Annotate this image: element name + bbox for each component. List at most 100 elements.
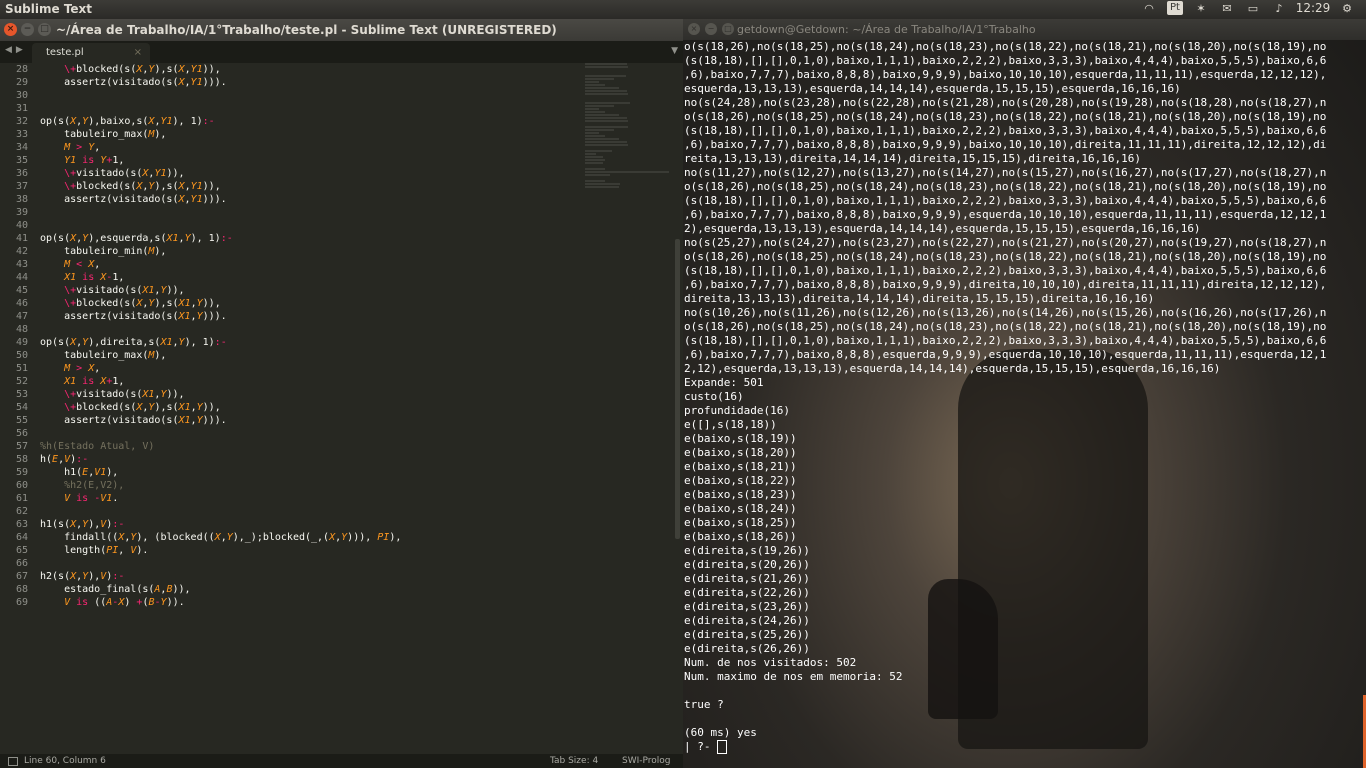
code-line[interactable]: h(E,V):- <box>40 453 580 466</box>
code-line[interactable]: h2(s(X,Y),V):- <box>40 570 580 583</box>
terminal-title: getdown@Getdown: ~/Área de Trabalho/IA/1… <box>737 23 1036 36</box>
terminal-titlebar[interactable]: × − □ getdown@Getdown: ~/Área de Trabalh… <box>683 19 1366 40</box>
tab-nav-arrows-icon[interactable]: ◀▶ <box>5 45 27 55</box>
terminal-line: custo(16) <box>684 390 744 403</box>
code-line[interactable]: \+blocked(s(X,Y),s(X1,Y)), <box>40 297 580 310</box>
code-line[interactable]: \+blocked(s(X,Y),s(X,Y1)), <box>40 180 580 193</box>
editor-scrollbar[interactable] <box>675 239 680 539</box>
tab-size-selector[interactable]: Tab Size: 4 <box>550 756 598 766</box>
code-line[interactable]: \+visitado(s(X1,Y)), <box>40 388 580 401</box>
close-icon[interactable]: × <box>4 23 17 36</box>
line-number: 38 <box>15 194 28 205</box>
terminal-line: e(direita,s(22,26)) <box>684 586 810 599</box>
code-line[interactable]: h1(E,V1), <box>40 466 580 479</box>
code-line[interactable]: M > X, <box>40 362 580 375</box>
code-line[interactable]: h1(s(X,Y),V):- <box>40 518 580 531</box>
tab-close-icon[interactable]: × <box>134 47 142 58</box>
code-line[interactable]: findall((X,Y), (blocked((X,Y),_);blocked… <box>40 531 580 544</box>
minimap-line <box>585 171 669 173</box>
code-line[interactable] <box>40 427 580 440</box>
terminal-line: direita,13,13,13),direita,14,14,14),dire… <box>684 292 1155 305</box>
terminal-line: e(baixo,s(18,24)) <box>684 502 797 515</box>
battery-icon[interactable]: ▭ <box>1240 2 1266 15</box>
terminal-line: (60 ms) yes <box>684 726 757 739</box>
mail-icon[interactable]: ✉ <box>1214 2 1240 15</box>
line-number: 40 <box>15 220 28 231</box>
terminal-prompt[interactable]: | ?- <box>684 740 1364 754</box>
sublime-window: × − □ ~/Área de Trabalho/IA/1°Trabalho/t… <box>0 19 683 768</box>
line-number: 64 <box>15 532 28 543</box>
code-line[interactable]: op(s(X,Y),esquerda,s(X1,Y), 1):- <box>40 232 580 245</box>
line-number: 50 <box>15 350 28 361</box>
code-line[interactable]: V is -V1. <box>40 492 580 505</box>
maximize-icon[interactable]: □ <box>38 23 51 36</box>
tab-menu-chevron-down-icon[interactable]: ▼ <box>671 46 678 56</box>
code-line[interactable] <box>40 219 580 232</box>
terminal-line: (s(18,18),[],[],0,1,0),baixo,1,1,1),baix… <box>684 264 1327 277</box>
code-line[interactable] <box>40 89 580 102</box>
code-line[interactable]: assertz(visitado(s(X1,Y))). <box>40 414 580 427</box>
keyboard-layout-indicator[interactable]: Pt <box>1167 1 1183 15</box>
code-line[interactable]: %h(Estado Atual, V) <box>40 440 580 453</box>
code-line[interactable] <box>40 206 580 219</box>
prompt-text: | ?- <box>684 740 718 753</box>
code-line[interactable]: M > Y, <box>40 141 580 154</box>
code-line[interactable]: \+blocked(s(X,Y),s(X,Y1)), <box>40 63 580 76</box>
line-number: 36 <box>15 168 28 179</box>
volume-icon[interactable]: ♪ <box>1266 2 1292 15</box>
line-number: 57 <box>15 441 28 452</box>
code-line[interactable]: assertz(visitado(s(X,Y1))). <box>40 76 580 89</box>
panel-toggle-icon[interactable] <box>8 757 18 766</box>
minimap-line <box>585 183 620 185</box>
bluetooth-icon[interactable]: ✶ <box>1188 2 1214 15</box>
terminal-line: ,6),baixo,7,7,7),baixo,8,8,8),baixo,9,9,… <box>684 208 1327 221</box>
minimap[interactable] <box>585 63 673 223</box>
terminal-line: no(s(10,26),no(s(11,26),no(s(12,26),no(s… <box>684 306 1327 319</box>
terminal-line: e(direita,s(24,26)) <box>684 614 810 627</box>
code-line[interactable]: tabuleiro_min(M), <box>40 245 580 258</box>
wifi-icon[interactable]: ◠ <box>1136 2 1162 15</box>
code-line[interactable]: tabuleiro_max(M), <box>40 349 580 362</box>
code-line[interactable]: estado_final(s(A,B)), <box>40 583 580 596</box>
code-line[interactable]: X1 is X+1, <box>40 375 580 388</box>
code-line[interactable]: assertz(visitado(s(X,Y1))). <box>40 193 580 206</box>
code-line[interactable]: Y1 is Y+1, <box>40 154 580 167</box>
minimap-line <box>585 87 619 89</box>
close-icon[interactable]: × <box>688 23 700 35</box>
top-panel: Sublime Text ◠ Pt ✶ ✉ ▭ ♪ 12:29 ⚙ <box>0 0 1366 19</box>
maximize-icon[interactable]: □ <box>722 23 734 35</box>
clock[interactable]: 12:29 <box>1292 1 1334 15</box>
code-line[interactable]: assertz(visitado(s(X1,Y))). <box>40 310 580 323</box>
gear-icon[interactable]: ⚙ <box>1334 2 1360 15</box>
code-line[interactable] <box>40 102 580 115</box>
code-line[interactable]: %h2(E,V2), <box>40 479 580 492</box>
code-line[interactable]: tabuleiro_max(M), <box>40 128 580 141</box>
terminal-line: ,6),baixo,7,7,7),baixo,8,8,8),esquerda,9… <box>684 348 1327 361</box>
code-line[interactable]: \+blocked(s(X,Y),s(X1,Y)), <box>40 401 580 414</box>
code-editor[interactable]: \+blocked(s(X,Y),s(X,Y1)), assertz(visit… <box>40 63 580 751</box>
minimize-icon[interactable]: − <box>21 23 34 36</box>
minimize-icon[interactable]: − <box>705 23 717 35</box>
terminal-line: ,6),baixo,7,7,7),baixo,8,8,8),baixo,9,9,… <box>684 68 1327 81</box>
code-line[interactable]: \+visitado(s(X1,Y)), <box>40 284 580 297</box>
tab-label: teste.pl <box>46 47 84 58</box>
code-line[interactable] <box>40 557 580 570</box>
code-line[interactable]: X1 is X-1, <box>40 271 580 284</box>
code-line[interactable]: V is ((A-X) +(B-Y)). <box>40 596 580 609</box>
minimap-line <box>585 78 615 80</box>
code-line[interactable]: op(s(X,Y),baixo,s(X,Y1), 1):- <box>40 115 580 128</box>
code-line[interactable]: M < X, <box>40 258 580 271</box>
sublime-titlebar[interactable]: × − □ ~/Área de Trabalho/IA/1°Trabalho/t… <box>0 19 683 41</box>
tab-teste-pl[interactable]: teste.pl × <box>32 43 150 63</box>
line-number: 55 <box>15 415 28 426</box>
minimap-line <box>585 180 605 182</box>
code-line[interactable]: length(PI, V). <box>40 544 580 557</box>
syntax-selector[interactable]: SWI-Prolog <box>622 756 671 766</box>
code-line[interactable]: \+visitado(s(X,Y1)), <box>40 167 580 180</box>
code-line[interactable] <box>40 505 580 518</box>
code-line[interactable]: op(s(X,Y),direita,s(X1,Y), 1):- <box>40 336 580 349</box>
terminal-line: o(s(18,26),no(s(18,25),no(s(18,24),no(s(… <box>684 320 1327 333</box>
code-line[interactable] <box>40 323 580 336</box>
terminal-output[interactable]: o(s(18,26),no(s(18,25),no(s(18,24),no(s(… <box>684 40 1364 754</box>
terminal-line: e(direita,s(23,26)) <box>684 600 810 613</box>
